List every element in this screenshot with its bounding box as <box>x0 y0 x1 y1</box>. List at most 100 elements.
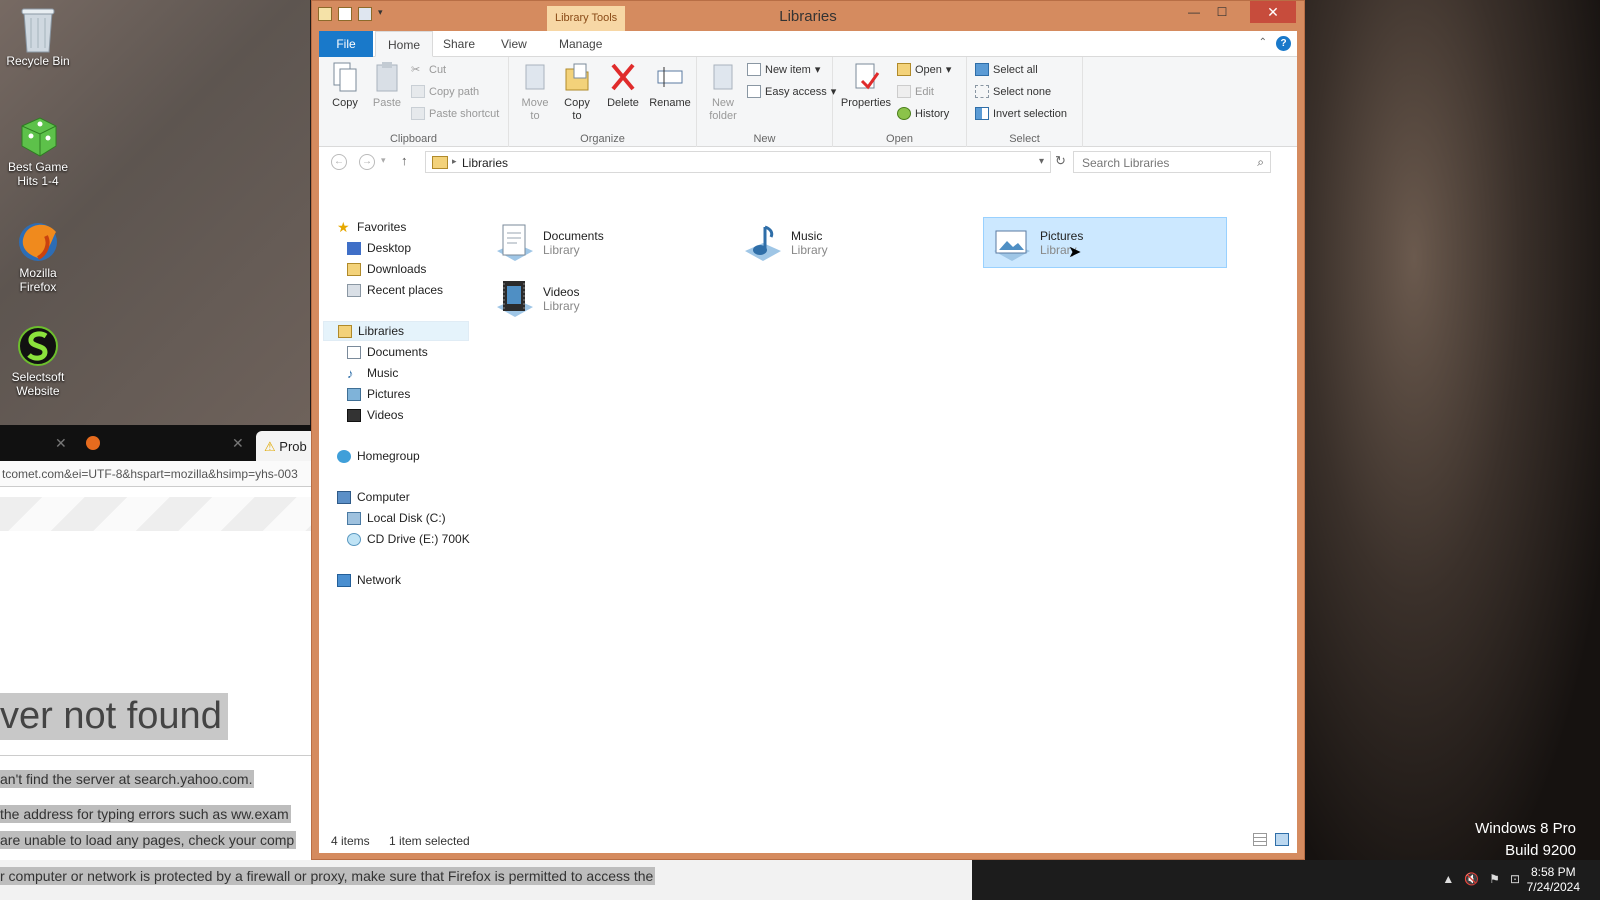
minimize-ribbon-icon[interactable]: ⌃ <box>1259 37 1267 48</box>
tile-type: Library <box>543 298 580 313</box>
close-button[interactable]: ✕ <box>1250 1 1296 23</box>
address-dropdown-icon[interactable]: ▾ <box>1039 156 1044 167</box>
speaker-muted-icon[interactable]: 🔇 <box>1464 872 1479 886</box>
tab-view[interactable]: View <box>489 31 539 57</box>
network-icon[interactable]: ⊡ <box>1510 872 1520 886</box>
search-placeholder: Search Libraries <box>1082 156 1170 170</box>
easy-access-button[interactable]: Easy access ▾ <box>747 85 836 98</box>
tab-share[interactable]: Share <box>431 31 487 57</box>
nav-downloads[interactable]: Downloads <box>347 259 426 279</box>
dice-game-icon <box>16 112 60 157</box>
minimize-button[interactable]: — <box>1180 1 1208 23</box>
maximize-button[interactable]: ☐ <box>1208 1 1236 23</box>
taskbar-clock[interactable]: 8:58 PM 7/24/2024 <box>1527 865 1580 895</box>
recycle-bin-shortcut[interactable]: Recycle Bin <box>4 6 72 68</box>
copy-label: Copy <box>332 97 358 109</box>
nav-libraries[interactable]: Libraries <box>323 321 469 341</box>
move-to-label: Move to <box>521 97 549 122</box>
paste-button[interactable]: Paste <box>369 61 405 110</box>
error-hint-line: the address for typing errors such as ww… <box>0 805 291 823</box>
show-hidden-icons-icon[interactable]: ▲ <box>1442 872 1454 886</box>
best-game-hits-label: Best Game Hits 1-4 <box>7 160 69 188</box>
best-game-hits-shortcut[interactable]: Best Game Hits 1-4 <box>4 112 72 188</box>
forward-button[interactable]: → <box>359 154 375 170</box>
firefox-url-bar[interactable]: tcomet.com&ei=UTF-8&hspart=mozilla&hsimp… <box>0 461 312 487</box>
library-tile-videos[interactable]: Videos Library <box>487 273 731 324</box>
rename-button[interactable]: Rename <box>647 61 693 110</box>
new-item-button[interactable]: New item ▾ <box>747 63 820 76</box>
firefox-shortcut[interactable]: Mozilla Firefox <box>4 218 72 294</box>
nav-label: CD Drive (E:) 700K <box>367 532 470 546</box>
nav-label: Recent places <box>367 283 444 297</box>
library-tile-music[interactable]: Music Library <box>735 217 979 268</box>
nav-cd-drive[interactable]: CD Drive (E:) 700K <box>347 529 470 549</box>
refresh-icon[interactable]: ↻ <box>1055 153 1066 169</box>
address-bar[interactable]: ▸ Libraries ▾ <box>425 151 1051 173</box>
paste-shortcut-button[interactable]: Paste shortcut <box>411 107 499 120</box>
tab-file[interactable]: File <box>319 31 373 57</box>
properties-button[interactable]: Properties <box>839 61 893 110</box>
copy-button[interactable]: Copy <box>327 61 363 110</box>
copy-to-button[interactable]: Copy to <box>559 61 595 123</box>
tab-close-icon[interactable]: ✕ <box>232 435 244 452</box>
action-center-flag-icon[interactable]: ⚑ <box>1489 872 1500 886</box>
selectsoft-shortcut[interactable]: Selectsoft Website <box>4 322 72 398</box>
help-icon[interactable]: ? <box>1276 36 1291 51</box>
search-input[interactable]: Search Libraries ⌕ <box>1073 151 1271 173</box>
move-to-button[interactable]: Move to <box>517 61 553 123</box>
nav-videos[interactable]: Videos <box>347 405 403 425</box>
open-button[interactable]: Open ▾ <box>897 63 951 76</box>
nav-pictures[interactable]: Pictures <box>347 384 410 404</box>
nav-label: Homegroup <box>357 449 420 463</box>
nav-favorites[interactable]: ★ Favorites <box>337 217 406 237</box>
back-button[interactable]: ← <box>331 154 347 170</box>
select-all-button[interactable]: Select all <box>975 63 1038 76</box>
nav-music[interactable]: ♪ Music <box>347 363 398 383</box>
cd-drive-icon <box>347 532 361 546</box>
firefox-tab-problem[interactable]: ⚠ Prob <box>256 431 316 461</box>
copy-to-label: Copy to <box>564 97 590 122</box>
edit-button[interactable]: Edit <box>897 85 934 98</box>
item-count: 4 items <box>331 834 370 848</box>
library-tile-pictures[interactable]: Pictures Library ➤ <box>983 217 1227 268</box>
clock-date: 7/24/2024 <box>1526 880 1580 894</box>
tab-close-icon[interactable]: ✕ <box>55 435 67 452</box>
history-button[interactable]: History <box>897 107 949 120</box>
status-bar: 4 items 1 item selected <box>319 827 1297 853</box>
nav-label: Videos <box>367 408 404 422</box>
tab-manage[interactable]: Manage <box>547 31 614 57</box>
details-view-icon[interactable] <box>1253 833 1267 846</box>
breadcrumb-libraries[interactable]: Libraries <box>462 156 508 170</box>
windows-edition: Windows 8 Pro <box>1475 820 1576 837</box>
scissors-icon: ✂ <box>411 64 421 76</box>
new-folder-button[interactable]: New folder <box>703 61 743 123</box>
delete-button[interactable]: Delete <box>603 61 643 110</box>
nav-desktop[interactable]: Desktop <box>347 238 411 258</box>
nav-local-disk[interactable]: Local Disk (C:) <box>347 508 446 528</box>
documents-icon <box>347 345 361 359</box>
select-none-button[interactable]: Select none <box>975 85 1051 98</box>
library-tile-documents[interactable]: Documents Library <box>487 217 731 268</box>
address-row: ← → ▾ ↑ ▸ Libraries ▾ ↻ Search Libraries… <box>319 147 1297 177</box>
nav-network[interactable]: Network <box>337 570 401 590</box>
large-icons-view-icon[interactable] <box>1275 833 1289 846</box>
selectsoft-label: Selectsoft Website <box>11 370 65 398</box>
tile-type: Library <box>791 242 828 257</box>
title-bar[interactable]: ▾ Library Tools Libraries — ☐ ✕ <box>312 1 1304 31</box>
invert-selection-button[interactable]: Invert selection <box>975 107 1067 120</box>
nav-homegroup[interactable]: Homegroup <box>337 446 420 466</box>
copy-path-label: Copy path <box>429 85 480 98</box>
nav-computer[interactable]: Computer <box>337 487 410 507</box>
nav-recent-places[interactable]: Recent places <box>347 280 443 300</box>
cut-button[interactable]: ✂ Cut <box>411 63 446 77</box>
copy-path-button[interactable]: Copy path <box>411 85 479 98</box>
up-arrow-icon[interactable]: ↑ <box>401 153 408 168</box>
invert-selection-icon <box>975 107 989 120</box>
tab-home[interactable]: Home <box>375 31 434 57</box>
nav-documents[interactable]: Documents <box>347 342 428 362</box>
search-icon[interactable]: ⌕ <box>1257 155 1264 170</box>
breadcrumb-chevron-icon[interactable]: ▸ <box>452 156 457 167</box>
firefox-tab-icon[interactable] <box>86 436 100 450</box>
recent-locations-dropdown[interactable]: ▾ <box>381 155 386 166</box>
select-group-label: Select <box>1009 133 1040 145</box>
